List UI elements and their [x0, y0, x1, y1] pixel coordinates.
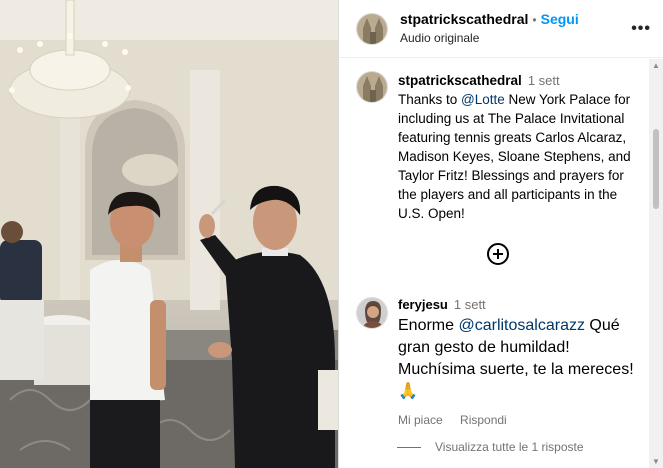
comment: feryjesu 1 sett Enorme @carlitosalcarazz … — [356, 297, 649, 427]
caption-time[interactable]: 1 sett — [528, 73, 560, 88]
commenter-avatar[interactable] — [356, 297, 388, 329]
reply-button[interactable]: Rispondi — [460, 413, 507, 427]
comment-time[interactable]: 1 sett — [454, 297, 486, 312]
scrollbar-thumb[interactable] — [653, 129, 659, 209]
comment-text-start: Enorme — [398, 317, 459, 334]
post-media[interactable] — [0, 0, 338, 468]
scroll-up-icon[interactable]: ▲ — [652, 61, 660, 70]
caption-mention[interactable]: @Lotte — [461, 92, 505, 107]
caption-username[interactable]: stpatrickscathedral — [398, 73, 522, 88]
plus-circle-icon[interactable] — [487, 243, 509, 265]
caption-text-start: Thanks to — [398, 92, 462, 107]
view-replies-label: Visualizza tutte le 1 risposte — [435, 440, 584, 454]
caption: stpatrickscathedral 1 sett Thanks to @Lot… — [339, 59, 649, 223]
author-username[interactable]: stpatrickscathedral — [400, 11, 528, 27]
comment-mention[interactable]: @carlitosalcarazz — [458, 317, 585, 334]
caption-avatar[interactable] — [356, 71, 388, 103]
more-horizontal-icon[interactable]: ••• — [631, 20, 651, 38]
view-replies-button[interactable]: Visualizza tutte le 1 risposte — [397, 440, 584, 454]
like-comment-button[interactable]: Mi piace — [398, 413, 443, 427]
scrollbar[interactable]: ▲ ▼ — [649, 59, 663, 468]
post-photo — [0, 0, 338, 468]
separator-dot: • — [532, 13, 537, 27]
person-avatar-icon — [357, 298, 387, 328]
follow-button[interactable]: Segui — [541, 11, 579, 27]
scroll-down-icon[interactable]: ▼ — [652, 457, 660, 466]
replies-divider — [397, 446, 421, 448]
cathedral-avatar-icon — [357, 72, 387, 102]
comments-area: stpatrickscathedral 1 sett Thanks to @Lot… — [339, 59, 649, 468]
author-avatar[interactable] — [356, 12, 388, 45]
caption-text-end: New York Palace for including us at The … — [398, 92, 631, 221]
audio-link[interactable]: Audio originale — [400, 29, 579, 47]
comment-text: Enorme @carlitosalcarazz Qué gran gesto … — [398, 315, 649, 403]
post-details-panel: stpatrickscathedral • Segui Audio original… — [338, 0, 663, 468]
commenter-username[interactable]: feryjesu — [398, 297, 448, 312]
caption-text: Thanks to @Lotte New York Palace for inc… — [398, 90, 641, 223]
cathedral-avatar-icon — [357, 13, 387, 44]
post-header: stpatrickscathedral • Segui Audio original… — [339, 0, 663, 58]
